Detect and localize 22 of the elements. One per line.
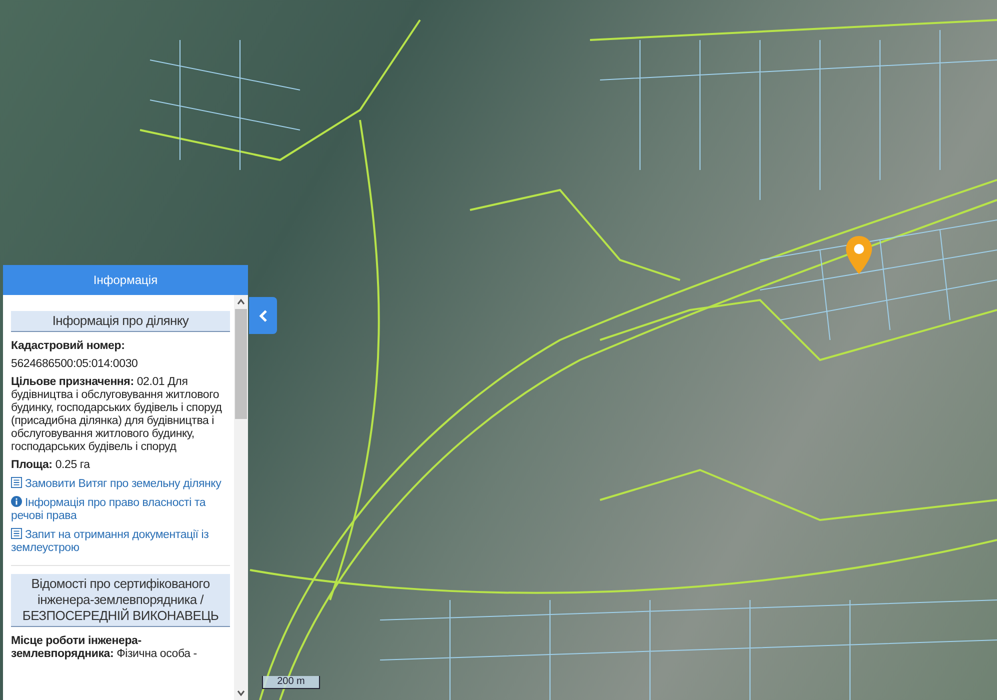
field-text: Площа: 0.25 га xyxy=(11,459,91,472)
scale-bar: 200 m xyxy=(262,676,320,689)
info-icon xyxy=(11,496,22,507)
scroll-up-icon[interactable] xyxy=(236,297,246,307)
list-icon xyxy=(11,477,22,488)
section-heading: Відомості про сертифікованого інженера-землевпорядника / БЕЗПОСЕРЕДНІЙ ВИКОНАВЕЦЬ xyxy=(11,574,230,627)
chevron-left-icon xyxy=(258,308,268,322)
field-value: 5624686500:05:014:0030 xyxy=(11,358,139,371)
section-heading: Інформація про ділянку xyxy=(11,311,230,332)
location-pin-icon[interactable] xyxy=(845,235,873,275)
field-text: Цільове призначення: 02.01 Для будівництва і обслуговування житлового будинку, господарських будівель і споруд (присадибна ділянка) для будівництва і обслуговування житлового будинку, господарських будівель і споруд xyxy=(11,376,223,454)
panel-link[interactable]: Інформація про право власності та речові права xyxy=(11,496,230,523)
collapse-panel-button[interactable] xyxy=(249,297,277,334)
field-text: Місце роботи інженера-землевпорядника: Фізична особа - xyxy=(11,635,198,661)
list-icon xyxy=(11,528,22,539)
scrollbar[interactable] xyxy=(234,295,248,700)
field-label: Кадастровий номер: xyxy=(11,340,126,353)
panel-link[interactable]: Запит на отримання документації із землеустрою xyxy=(11,528,230,555)
panel-title: Інформація xyxy=(3,265,248,295)
panel-link[interactable]: Замовити Витяг про земельну ділянку xyxy=(11,477,230,491)
scroll-down-icon[interactable] xyxy=(236,688,246,698)
scrollbar-thumb[interactable] xyxy=(235,309,247,419)
